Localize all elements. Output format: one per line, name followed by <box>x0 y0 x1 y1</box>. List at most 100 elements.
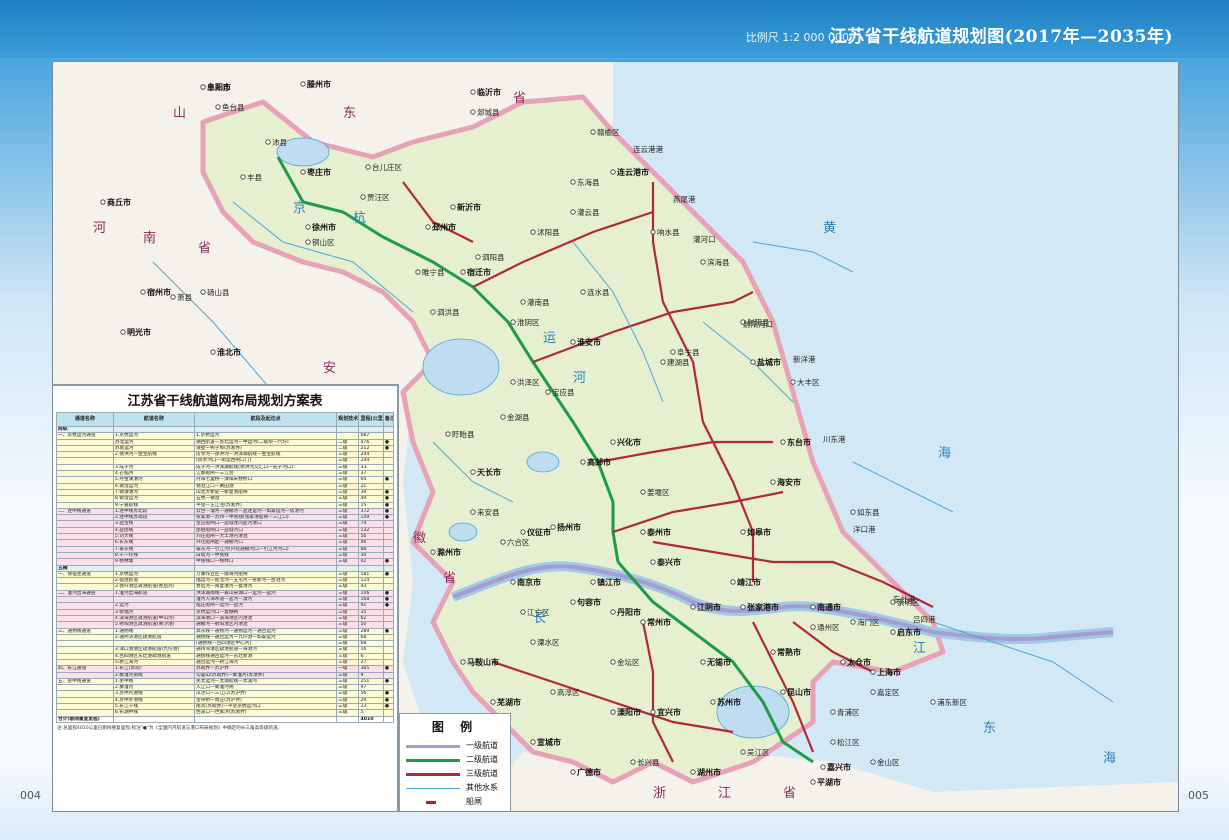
city-marker[interactable]: 张家港市 <box>740 602 779 612</box>
label-zhejiang-1: 浙 <box>653 786 666 801</box>
city-label: 如东县 <box>857 507 880 517</box>
city-label: 高邮市 <box>587 457 611 467</box>
legend-item-class1: 一级航道 <box>406 740 506 752</box>
city-dot <box>870 689 876 695</box>
city-label: 仪征市 <box>526 527 551 537</box>
city-marker[interactable]: 马鞍山市 <box>460 657 499 667</box>
label-anhui-3: 省 <box>443 571 456 586</box>
city-marker[interactable]: 连云港市 <box>610 167 649 177</box>
city-label: 灌南县 <box>527 297 550 307</box>
city-label: 宝应县 <box>552 387 575 397</box>
city-label: 通州区 <box>817 622 840 632</box>
city-dot <box>360 194 366 200</box>
city-label: 张家港市 <box>747 602 779 612</box>
city-dot <box>520 609 526 615</box>
city-label: 宿迁市 <box>467 267 491 277</box>
city-dot <box>470 469 476 475</box>
city-dot <box>750 359 756 365</box>
label-east-sea-1: 东 <box>983 721 996 736</box>
city-label: 铜山区 <box>312 237 335 247</box>
city-dot <box>730 579 736 585</box>
legend-item-class3: 三级航道 <box>406 768 506 780</box>
city-label: 盐城市 <box>757 357 781 367</box>
city-dot <box>460 269 466 275</box>
city-dot <box>570 599 576 605</box>
city-dot <box>120 329 126 335</box>
city-label: 宜兴市 <box>657 707 681 717</box>
city-dot <box>820 764 826 770</box>
city-dot <box>740 529 746 535</box>
city-label: 靖江市 <box>737 577 761 587</box>
city-label: 郯城县 <box>477 107 500 117</box>
city-dot <box>790 379 796 385</box>
city-dot <box>700 659 706 665</box>
city-label: 松江区 <box>837 737 860 747</box>
city-label: 宣城市 <box>537 737 561 747</box>
city-dot <box>510 319 516 325</box>
city-dot <box>450 204 456 210</box>
port-label: 燕尾港 <box>673 194 696 204</box>
city-label: 滨海县 <box>707 257 730 267</box>
legend-swatch-river <box>406 788 460 789</box>
city-label: 上海市 <box>877 667 901 677</box>
city-dot <box>545 389 551 395</box>
city-label: 连云港市 <box>617 167 649 177</box>
city-label: 海门区 <box>857 617 880 627</box>
city-label: 睢宁县 <box>422 267 445 277</box>
city-label: 长兴县 <box>637 757 660 767</box>
city-dot <box>490 699 496 705</box>
city-dot <box>200 84 206 90</box>
label-henan-3: 省 <box>198 241 211 256</box>
city-dot <box>100 199 106 205</box>
city-dot <box>810 604 816 610</box>
city-label: 淮北市 <box>217 347 241 357</box>
map-legend: 图 例 一级航道 二级航道 三级航道 其他水系 船闸 <box>399 713 511 811</box>
city-label: 滕州市 <box>307 79 331 89</box>
city-dot <box>650 709 656 715</box>
city-dot <box>670 349 676 355</box>
label-east-sea-2: 海 <box>1103 751 1116 766</box>
city-dot <box>690 604 696 610</box>
city-dot <box>570 209 576 215</box>
gaoyou-lake <box>526 451 560 473</box>
city-dot <box>740 749 746 755</box>
city-dot <box>650 229 656 235</box>
city-label: 平湖市 <box>817 777 841 787</box>
city-label: 常州市 <box>647 617 671 627</box>
city-label: 建湖县 <box>667 357 690 367</box>
map-canvas[interactable]: 山 东 省 河 南 省 安 徽 省 浙 江 省 黄 海 东 海 京 杭 运 河 … <box>52 61 1179 812</box>
legend-item-class2: 二级航道 <box>406 754 506 766</box>
label-henan-1: 河 <box>93 221 106 236</box>
legend-item-river: 其他水系 <box>406 782 506 794</box>
city-marker[interactable]: 台儿庄区 <box>365 162 403 172</box>
city-label: 宿州市 <box>147 287 171 297</box>
city-label: 南通市 <box>817 602 841 612</box>
city-label: 东海县 <box>577 177 600 187</box>
city-label: 商丘市 <box>107 197 131 207</box>
city-label: 临沂市 <box>477 87 501 97</box>
city-label: 泰州市 <box>646 527 671 537</box>
city-marker[interactable]: 浦东新区 <box>930 697 968 707</box>
city-label: 江阴市 <box>697 602 721 612</box>
city-dot <box>640 529 646 535</box>
city-dot <box>590 579 596 585</box>
city-label: 如皋市 <box>747 527 771 537</box>
city-dot <box>650 559 656 565</box>
city-label: 响水县 <box>657 227 680 237</box>
city-dot <box>470 509 476 515</box>
city-label: 吴江区 <box>747 748 770 757</box>
city-dot <box>590 129 596 135</box>
col-grade: 规划技术等级 <box>336 412 360 427</box>
legend-title: 图 例 <box>431 720 479 734</box>
city-label: 大丰区 <box>797 377 820 387</box>
city-dot <box>510 379 516 385</box>
city-dot <box>215 104 221 110</box>
city-label: 镇江市 <box>597 577 621 587</box>
city-label: 台儿庄区 <box>372 162 402 172</box>
city-label: 淮安市 <box>577 337 601 347</box>
city-dot <box>770 649 776 655</box>
planning-table-panel: 江苏省干线航道网布局规划方案表 通道名称 航道名称 航段及起讫点 规划技术等级 … <box>53 384 399 811</box>
city-label: 金坛区 <box>617 657 640 667</box>
legend-item-lock: 船闸 <box>406 796 506 808</box>
city-label: 句容市 <box>577 597 601 607</box>
